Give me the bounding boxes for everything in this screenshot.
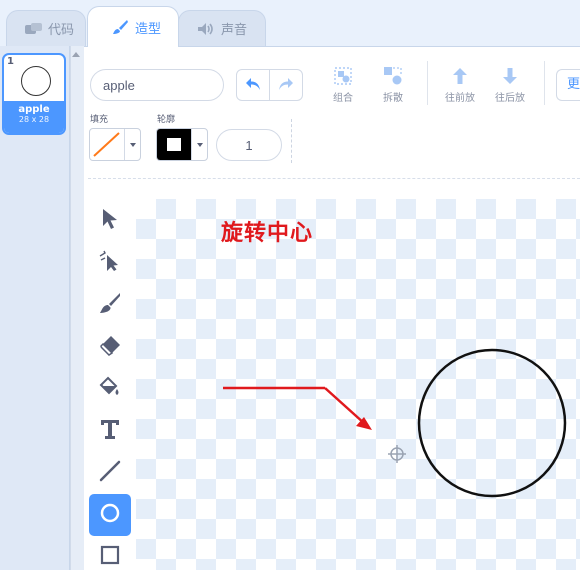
fill-tool[interactable]: [89, 368, 131, 410]
undo-icon: [245, 76, 261, 95]
line-icon: [99, 460, 121, 486]
ungroup-icon: [368, 65, 418, 87]
text-tool[interactable]: [89, 410, 131, 452]
costume-item[interactable]: 1 apple 28 x 28: [2, 53, 66, 135]
chevron-down-icon: [129, 142, 136, 147]
tab-code[interactable]: 代码: [6, 10, 86, 46]
costume-name-label: apple: [18, 104, 50, 115]
tab-code-label: 代码: [48, 23, 75, 38]
canvas-drawing: [223, 348, 567, 498]
forward-button[interactable]: 往前放: [435, 65, 485, 104]
outline-color-picker[interactable]: [156, 128, 208, 161]
rotation-center-annotation: 旋转中心: [221, 221, 314, 246]
toolbar-divider: [427, 61, 428, 105]
redo-icon: [278, 76, 294, 95]
ungroup-button[interactable]: 拆散: [368, 65, 418, 104]
outline-label: 轮廓: [157, 115, 176, 125]
costume-list-scrollbar[interactable]: [70, 46, 84, 570]
fill-swatch: [90, 129, 124, 160]
rectangle-tool[interactable]: [89, 536, 131, 570]
brush-tool[interactable]: [89, 284, 131, 326]
toolbar-separator: [88, 178, 580, 179]
fill-icon: [99, 376, 121, 402]
arrow-up-icon: [435, 65, 485, 87]
reshape-icon: [99, 250, 121, 276]
paint-editor: 组合 拆散 往前放 往后放 更 填充: [84, 46, 580, 570]
scroll-up-arrow-icon[interactable]: [72, 52, 80, 57]
tab-costumes[interactable]: 造型: [87, 6, 179, 47]
group-label: 组合: [333, 93, 353, 104]
costume-size-label: 28 x 28: [18, 115, 50, 124]
group-button[interactable]: 组合: [318, 65, 368, 104]
tab-costumes-label: 造型: [135, 21, 162, 37]
line-tool[interactable]: [89, 452, 131, 494]
outline-dropdown[interactable]: [191, 129, 207, 160]
group-icon: [318, 65, 368, 87]
text-icon: [99, 418, 121, 444]
eraser-tool[interactable]: [89, 326, 131, 368]
circle-icon: [99, 502, 121, 528]
outline-swatch: [157, 129, 191, 160]
fill-dropdown[interactable]: [124, 129, 140, 160]
code-icon: [24, 22, 42, 36]
toolbar-divider: [544, 61, 545, 105]
backward-button[interactable]: 往后放: [485, 65, 535, 104]
fill-color-picker[interactable]: [89, 128, 141, 161]
tab-sounds-label: 声音: [221, 23, 248, 38]
chevron-down-icon: [196, 142, 203, 147]
undo-button[interactable]: [236, 69, 270, 101]
redo-button[interactable]: [269, 69, 303, 101]
costume-name-input[interactable]: [90, 69, 224, 101]
select-icon: [100, 208, 120, 234]
speaker-icon: [197, 22, 215, 36]
forward-label: 往前放: [445, 93, 475, 104]
brush-icon: [99, 292, 121, 318]
brush-icon: [111, 20, 129, 34]
tab-sounds[interactable]: 声音: [178, 10, 266, 46]
select-tool[interactable]: [89, 200, 131, 242]
props-divider: [291, 119, 292, 163]
costume-thumbnail: [21, 66, 51, 96]
paint-canvas[interactable]: [136, 199, 580, 570]
costume-editor-screen: 代码 造型 声音 1 apple 28 x 28 apple 组合 拆散 往前放…: [0, 0, 580, 570]
ungroup-label: 拆散: [383, 93, 403, 104]
rotation-center-icon[interactable]: [388, 445, 406, 463]
arrow-down-icon: [485, 65, 535, 87]
costume-info: apple 28 x 28: [4, 101, 64, 133]
more-button[interactable]: 更: [556, 69, 580, 101]
circle-tool[interactable]: [89, 494, 131, 536]
reshape-tool[interactable]: [89, 242, 131, 284]
eraser-icon: [99, 334, 121, 360]
rectangle-icon: [99, 544, 121, 570]
backward-label: 往后放: [495, 93, 525, 104]
costume-index: 1: [7, 56, 14, 67]
drawn-circle[interactable]: [417, 348, 567, 498]
outline-width-input[interactable]: [216, 129, 282, 161]
annotation-arrow: [223, 386, 372, 430]
fill-label: 填充: [90, 115, 109, 125]
